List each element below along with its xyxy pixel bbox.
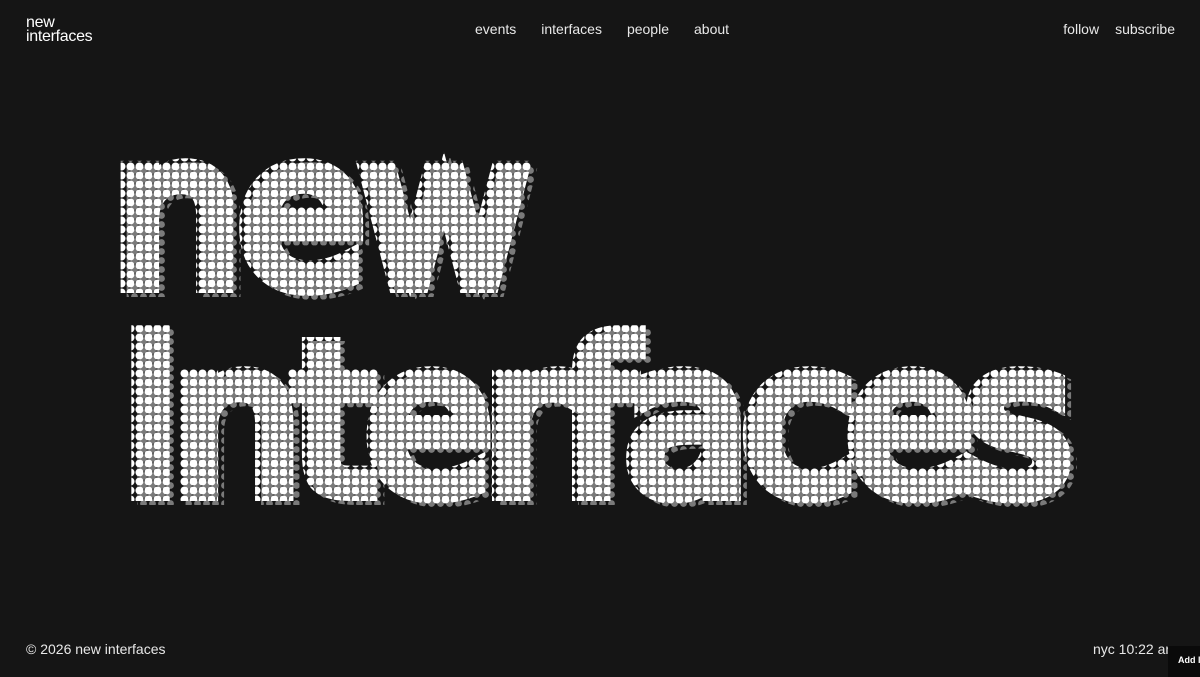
hero-line-2-dots bbox=[0, 0, 1200, 677]
nyc-clock: nyc 10:22 an bbox=[1093, 641, 1174, 657]
hero-title-graphic: new interfaces new interfaces bbox=[0, 0, 1200, 677]
hero-dot-matrix-title: new interfaces new interfaces bbox=[0, 0, 1200, 677]
copyright: © 2026 new interfaces bbox=[26, 641, 166, 657]
add-widget-tab[interactable]: Add l bbox=[1168, 646, 1200, 677]
